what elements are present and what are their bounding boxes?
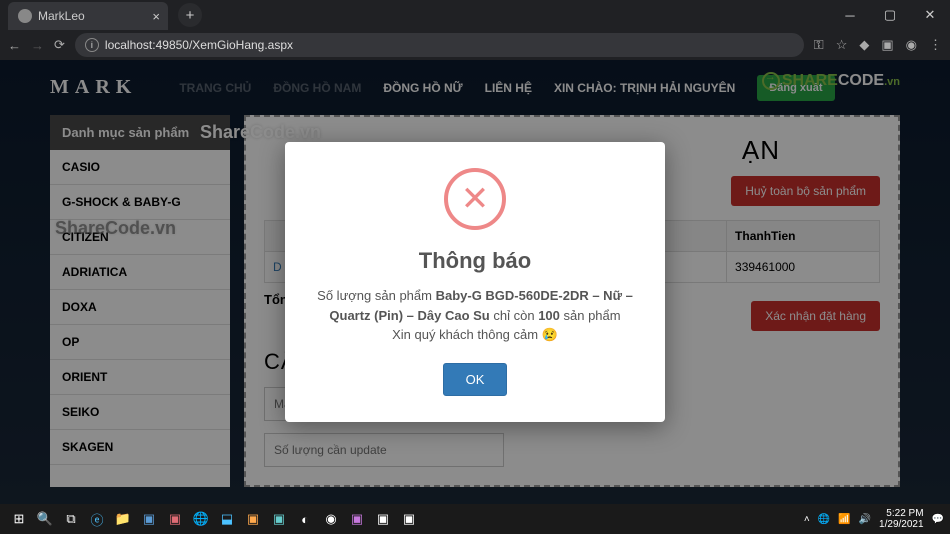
taskview-icon[interactable]: ⧉ <box>58 506 84 532</box>
favicon-icon <box>18 9 32 23</box>
profile-icon[interactable]: ◉ <box>906 37 917 53</box>
address-bar: ← → ⟳ i localhost:49850/XemGioHang.aspx … <box>0 30 950 60</box>
new-tab-button[interactable]: + <box>178 3 202 27</box>
vscode-icon[interactable]: ⬓ <box>214 506 240 532</box>
app-icon[interactable]: ▣ <box>136 506 162 532</box>
app-icon[interactable]: ▣ <box>266 506 292 532</box>
app-icon[interactable]: ▣ <box>162 506 188 532</box>
tray-globe-icon[interactable]: 🌐 <box>818 514 830 525</box>
back-icon[interactable]: ← <box>8 38 21 53</box>
url-field[interactable]: i localhost:49850/XemGioHang.aspx <box>75 33 804 57</box>
system-clock[interactable]: 5:22 PM 1/29/2021 <box>879 508 924 530</box>
app-icon[interactable]: ▣ <box>370 506 396 532</box>
notifications-icon[interactable]: 💬 <box>932 514 944 525</box>
maximize-button[interactable]: ▢ <box>870 0 910 30</box>
app-icon[interactable]: ◐ <box>292 506 318 532</box>
modal-message: Số lượng sản phẩm Baby-G BGD-560DE-2DR –… <box>305 286 645 345</box>
windows-taskbar[interactable]: ⊞ 🔍 ⧉ ⓔ 📁 ▣ ▣ 🌐 ⬓ ▣ ▣ ◐ ◉ ▣ ▣ ▣ ˄ 🌐 📶 🔊 … <box>0 504 950 534</box>
error-icon: ✕ <box>444 168 506 230</box>
start-icon[interactable]: ⊞ <box>6 506 32 532</box>
tab-title: MarkLeo <box>38 9 85 23</box>
explorer-icon[interactable]: 📁 <box>110 506 136 532</box>
app-icon[interactable]: ▣ <box>240 506 266 532</box>
close-tab-icon[interactable]: × <box>152 9 160 24</box>
window-titlebar: MarkLeo × + ─ ▢ ✕ <box>0 0 950 30</box>
browser-tab[interactable]: MarkLeo × <box>8 2 168 30</box>
star-icon[interactable]: ☆ <box>836 37 848 53</box>
tray-wifi-icon[interactable]: 📶 <box>838 514 850 525</box>
close-window-button[interactable]: ✕ <box>910 0 950 30</box>
reload-icon[interactable]: ⟳ <box>54 37 65 53</box>
ext1-icon[interactable]: ◆ <box>859 37 869 53</box>
info-icon[interactable]: i <box>85 38 99 52</box>
url-text: localhost:49850/XemGioHang.aspx <box>105 38 293 52</box>
ok-button[interactable]: OK <box>443 363 508 396</box>
modal-title: Thông báo <box>305 248 645 274</box>
forward-icon[interactable]: → <box>31 38 44 53</box>
chrome-icon[interactable]: 🌐 <box>188 506 214 532</box>
app-icon[interactable]: ▣ <box>396 506 422 532</box>
tray-volume-icon[interactable]: 🔊 <box>859 514 871 525</box>
edge-icon[interactable]: ⓔ <box>84 506 110 532</box>
modal-overlay: ✕ Thông báo Số lượng sản phẩm Baby-G BGD… <box>0 60 950 504</box>
app-icon[interactable]: ▣ <box>344 506 370 532</box>
ext2-icon[interactable]: ▣ <box>881 37 893 53</box>
tray-chevron-icon[interactable]: ˄ <box>804 514 810 525</box>
search-icon[interactable]: 🔍 <box>32 506 58 532</box>
menu-icon[interactable]: ⋮ <box>929 37 942 53</box>
page-content: SHARECODE.vn MARK TRANG CHỦ ĐỒNG HỒ NAM … <box>0 60 950 504</box>
app-icon[interactable]: ◉ <box>318 506 344 532</box>
key-icon[interactable]: ⚿ <box>814 37 824 53</box>
alert-modal: ✕ Thông báo Số lượng sản phẩm Baby-G BGD… <box>285 142 665 422</box>
minimize-button[interactable]: ─ <box>830 0 870 30</box>
